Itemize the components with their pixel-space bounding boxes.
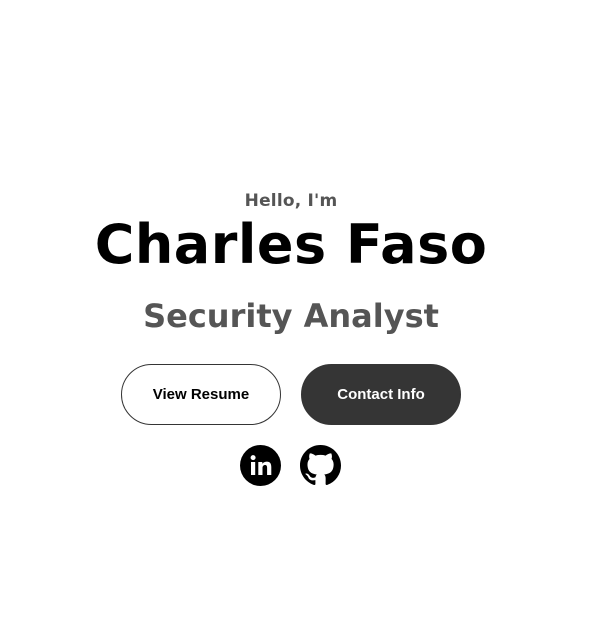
- view-resume-label: View Resume: [152, 386, 250, 403]
- github-icon: [300, 445, 341, 486]
- profile-name: Charles Faso: [94, 213, 488, 276]
- greeting-text: Hello, I'm: [244, 191, 338, 211]
- profile-title: Security Analyst: [143, 297, 439, 335]
- contact-info-button[interactable]: Contact Info: [301, 364, 461, 425]
- linkedin-icon: [240, 445, 281, 486]
- github-link[interactable]: [300, 445, 341, 486]
- linkedin-link[interactable]: [240, 445, 281, 486]
- contact-info-label: Contact Info: [337, 386, 425, 403]
- view-resume-button[interactable]: View Resume: [121, 364, 281, 425]
